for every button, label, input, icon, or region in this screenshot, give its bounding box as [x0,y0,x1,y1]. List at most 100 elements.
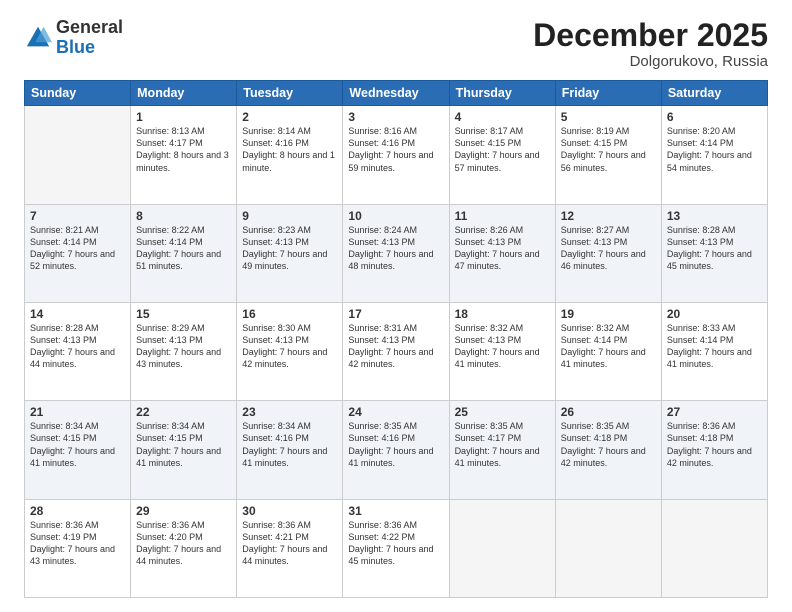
day-number: 21 [30,405,125,419]
day-number: 9 [242,209,337,223]
day-number: 4 [455,110,550,124]
calendar-header-tuesday: Tuesday [237,81,343,106]
daylight-hours: Daylight: 7 hours and 49 minutes. [242,249,327,271]
daylight-hours: Daylight: 7 hours and 44 minutes. [136,544,221,566]
sunset-time: Sunset: 4:13 PM [348,335,415,345]
sunset-time: Sunset: 4:15 PM [136,433,203,443]
sunset-time: Sunset: 4:13 PM [136,335,203,345]
day-number: 18 [455,307,550,321]
day-info: Sunrise: 8:35 AMSunset: 4:16 PMDaylight:… [348,420,443,469]
sunset-time: Sunset: 4:13 PM [242,237,309,247]
daylight-hours: Daylight: 7 hours and 54 minutes. [667,150,752,172]
sunrise-time: Sunrise: 8:22 AM [136,225,205,235]
logo-blue: Blue [56,38,123,58]
day-number: 23 [242,405,337,419]
sunset-time: Sunset: 4:14 PM [667,335,734,345]
day-number: 2 [242,110,337,124]
calendar-cell: 25Sunrise: 8:35 AMSunset: 4:17 PMDayligh… [449,401,555,499]
calendar-header-friday: Friday [555,81,661,106]
day-info: Sunrise: 8:24 AMSunset: 4:13 PMDaylight:… [348,224,443,273]
day-info: Sunrise: 8:28 AMSunset: 4:13 PMDaylight:… [30,322,125,371]
sunset-time: Sunset: 4:15 PM [455,138,522,148]
sunrise-time: Sunrise: 8:32 AM [455,323,524,333]
sunset-time: Sunset: 4:13 PM [561,237,628,247]
calendar-cell: 26Sunrise: 8:35 AMSunset: 4:18 PMDayligh… [555,401,661,499]
daylight-hours: Daylight: 7 hours and 41 minutes. [136,446,221,468]
sunset-time: Sunset: 4:16 PM [242,433,309,443]
sunrise-time: Sunrise: 8:17 AM [455,126,524,136]
sunrise-time: Sunrise: 8:36 AM [30,520,99,530]
sunset-time: Sunset: 4:13 PM [455,335,522,345]
daylight-hours: Daylight: 7 hours and 41 minutes. [455,347,540,369]
sunset-time: Sunset: 4:16 PM [348,138,415,148]
day-info: Sunrise: 8:26 AMSunset: 4:13 PMDaylight:… [455,224,550,273]
daylight-hours: Daylight: 7 hours and 45 minutes. [667,249,752,271]
sunset-time: Sunset: 4:16 PM [242,138,309,148]
day-info: Sunrise: 8:36 AMSunset: 4:20 PMDaylight:… [136,519,231,568]
sunrise-time: Sunrise: 8:36 AM [242,520,311,530]
calendar-cell: 30Sunrise: 8:36 AMSunset: 4:21 PMDayligh… [237,499,343,597]
calendar-header-sunday: Sunday [25,81,131,106]
daylight-hours: Daylight: 7 hours and 41 minutes. [561,347,646,369]
sunrise-time: Sunrise: 8:34 AM [136,421,205,431]
daylight-hours: Daylight: 7 hours and 41 minutes. [30,446,115,468]
day-number: 19 [561,307,656,321]
calendar-cell: 11Sunrise: 8:26 AMSunset: 4:13 PMDayligh… [449,204,555,302]
day-info: Sunrise: 8:21 AMSunset: 4:14 PMDaylight:… [30,224,125,273]
page: General Blue December 2025 Dolgorukovo, … [0,0,792,612]
calendar-cell [661,499,767,597]
logo-icon [24,24,52,52]
day-number: 29 [136,504,231,518]
day-number: 30 [242,504,337,518]
sunrise-time: Sunrise: 8:28 AM [30,323,99,333]
daylight-hours: Daylight: 7 hours and 42 minutes. [561,446,646,468]
calendar-header-saturday: Saturday [661,81,767,106]
calendar-cell: 14Sunrise: 8:28 AMSunset: 4:13 PMDayligh… [25,302,131,400]
sunrise-time: Sunrise: 8:36 AM [348,520,417,530]
logo-text: General Blue [56,18,123,58]
sunset-time: Sunset: 4:18 PM [561,433,628,443]
day-info: Sunrise: 8:35 AMSunset: 4:17 PMDaylight:… [455,420,550,469]
sunrise-time: Sunrise: 8:14 AM [242,126,311,136]
calendar-week-row: 21 Sunrise: 8:34 AM Sunset: 4:15 PM Dayligh… [25,401,768,499]
sunrise-time: Sunrise: 8:27 AM [561,225,630,235]
day-number: 20 [667,307,762,321]
sunset-time: Sunset: 4:13 PM [667,237,734,247]
calendar-cell: 1Sunrise: 8:13 AMSunset: 4:17 PMDaylight… [131,106,237,204]
day-number: 1 [136,110,231,124]
sunset-time: Sunset: 4:15 PM [561,138,628,148]
day-number: 17 [348,307,443,321]
sunset-time: Sunset: 4:20 PM [136,532,203,542]
day-info: Sunrise: 8:13 AMSunset: 4:17 PMDaylight:… [136,125,231,174]
daylight-hours: Daylight: 7 hours and 41 minutes. [455,446,540,468]
day-number: 12 [561,209,656,223]
sunset-time: Sunset: 4:18 PM [667,433,734,443]
calendar-cell: 3Sunrise: 8:16 AMSunset: 4:16 PMDaylight… [343,106,449,204]
day-number: 6 [667,110,762,124]
daylight-hours: Daylight: 7 hours and 41 minutes. [348,446,433,468]
sunset-time: Sunset: 4:13 PM [242,335,309,345]
sunrise-time: Sunrise: 8:29 AM [136,323,205,333]
sunset-time: Sunset: 4:17 PM [136,138,203,148]
daylight-hours: Daylight: 7 hours and 46 minutes. [561,249,646,271]
day-info: Sunrise: 8:35 AMSunset: 4:18 PMDaylight:… [561,420,656,469]
day-number: 24 [348,405,443,419]
calendar-cell: 28Sunrise: 8:36 AMSunset: 4:19 PMDayligh… [25,499,131,597]
day-number: 7 [30,209,125,223]
calendar-cell: 6Sunrise: 8:20 AMSunset: 4:14 PMDaylight… [661,106,767,204]
day-number: 26 [561,405,656,419]
day-info: Sunrise: 8:28 AMSunset: 4:13 PMDaylight:… [667,224,762,273]
sunset-time: Sunset: 4:16 PM [348,433,415,443]
daylight-hours: Daylight: 7 hours and 57 minutes. [455,150,540,172]
sunset-time: Sunset: 4:21 PM [242,532,309,542]
daylight-hours: Daylight: 7 hours and 59 minutes. [348,150,433,172]
daylight-hours: Daylight: 7 hours and 42 minutes. [667,446,752,468]
calendar-cell: 7Sunrise: 8:21 AMSunset: 4:14 PMDaylight… [25,204,131,302]
calendar-header-row: SundayMondayTuesdayWednesdayThursdayFrid… [25,81,768,106]
daylight-hours: Daylight: 7 hours and 42 minutes. [242,347,327,369]
day-number: 25 [455,405,550,419]
day-info: Sunrise: 8:36 AMSunset: 4:21 PMDaylight:… [242,519,337,568]
daylight-hours: Daylight: 7 hours and 56 minutes. [561,150,646,172]
day-info: Sunrise: 8:29 AMSunset: 4:13 PMDaylight:… [136,322,231,371]
daylight-hours: Daylight: 7 hours and 43 minutes. [30,544,115,566]
